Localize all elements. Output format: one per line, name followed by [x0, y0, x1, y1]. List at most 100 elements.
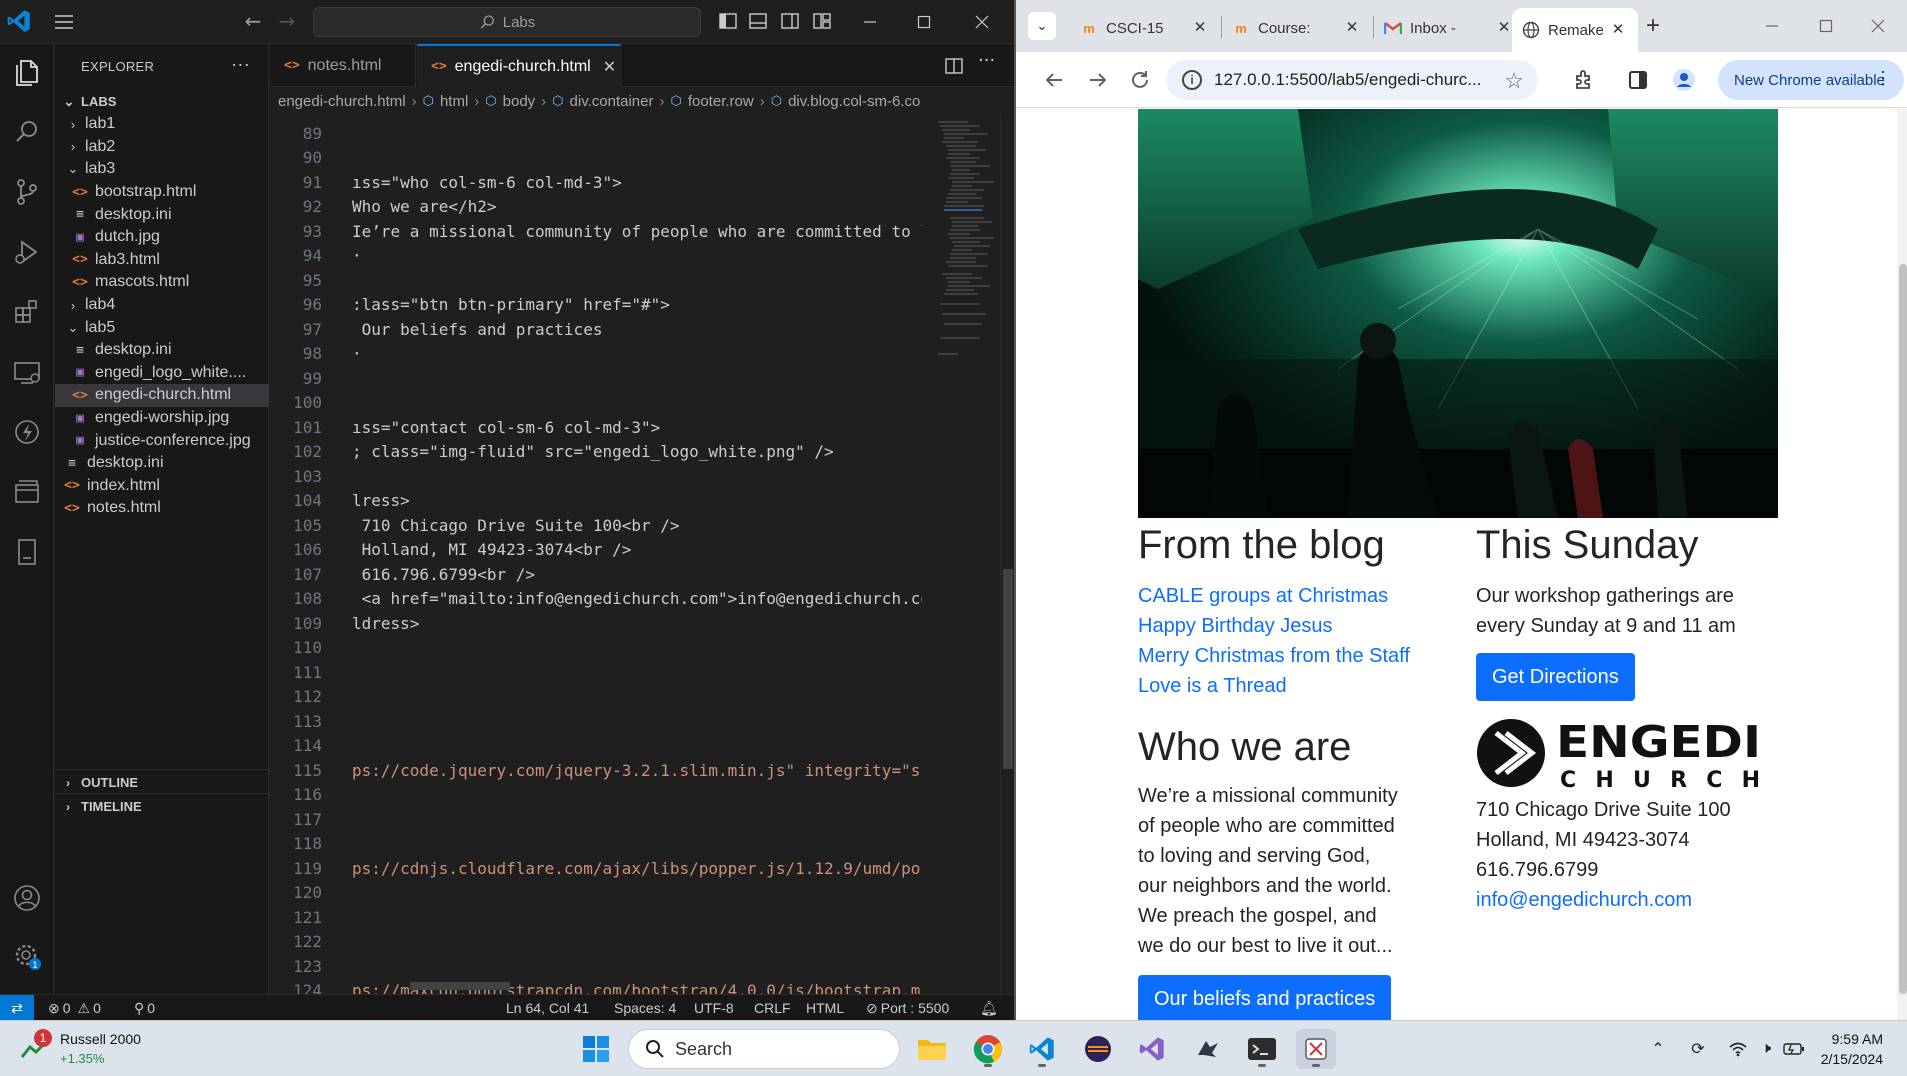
system-clock[interactable]: 9:59 AM 2/15/2024 — [1821, 1029, 1883, 1069]
cursor-position[interactable]: Ln 64, Col 41 — [506, 995, 589, 1021]
close-tab-icon[interactable]: ✕ — [1608, 20, 1628, 40]
battery-icon[interactable] — [1782, 1037, 1806, 1061]
chrome-tab[interactable]: m CSCI-15 ✕ — [1070, 10, 1220, 46]
run-debug-icon[interactable] — [11, 236, 43, 268]
reload-icon[interactable] — [1128, 68, 1152, 92]
tab-engedi-church-html[interactable]: <> engedi-church.html ✕ — [417, 44, 621, 87]
chrome-tab-active[interactable]: Remake ✕ — [1512, 8, 1638, 52]
file-item[interactable]: ≡ desktop.ini — [55, 452, 269, 475]
close-button[interactable] — [1858, 10, 1898, 42]
minimize-button[interactable] — [850, 6, 890, 38]
line-ending[interactable]: CRLF — [754, 995, 791, 1021]
manage-gear-icon[interactable]: 1 — [11, 940, 43, 972]
encoding[interactable]: UTF-8 — [694, 995, 734, 1021]
get-directions-button[interactable]: Get Directions — [1476, 653, 1635, 701]
explorer-files-icon[interactable] — [11, 56, 43, 88]
toggle-panel-icon[interactable] — [748, 11, 768, 31]
file-item[interactable]: ▣ justice-conference.jpg — [55, 429, 269, 452]
accounts-icon[interactable] — [11, 882, 43, 914]
chrome-tab[interactable]: m Course: ✕ — [1222, 10, 1372, 46]
sync-icon[interactable]: ⟳ — [1686, 1037, 1710, 1061]
command-center-search[interactable]: Labs — [313, 7, 701, 37]
breadcrumb-footer[interactable]: footer.row — [688, 93, 754, 110]
blog-link[interactable]: Happy Birthday Jesus — [1138, 611, 1438, 641]
notifications-bell-icon[interactable]: 🔔︎ — [980, 995, 998, 1021]
more-actions-icon[interactable]: ··· — [231, 54, 250, 75]
side-panel-icon[interactable] — [1626, 68, 1650, 92]
file-item[interactable]: <> lab3.html — [55, 249, 269, 272]
beliefs-button[interactable]: Our beliefs and practices — [1138, 975, 1392, 1020]
file-explorer-icon[interactable] — [912, 1029, 952, 1069]
wifi-icon[interactable] — [1726, 1037, 1750, 1061]
volume-muted-icon[interactable]: 🕨︎ — [1754, 1037, 1778, 1061]
live-server-port[interactable]: ⊘ Port : 5500 — [866, 995, 949, 1021]
problems-indicator[interactable]: ⊗ 0 ⚠ 0 — [48, 995, 101, 1021]
kebab-menu-icon[interactable]: ⋮ — [1874, 68, 1892, 89]
site-info-icon[interactable]: i — [1182, 70, 1202, 90]
minimize-button[interactable] — [1752, 10, 1792, 42]
workspace-root[interactable]: ⌄ LABS — [55, 88, 269, 115]
tabs-panel-icon[interactable] — [11, 476, 43, 508]
bird-app-icon[interactable] — [1188, 1029, 1228, 1069]
remote-indicator-icon[interactable]: ⇄ — [0, 995, 34, 1021]
visual-studio-icon[interactable] — [1132, 1029, 1172, 1069]
close-tab-icon[interactable]: ✕ — [603, 57, 616, 77]
page-scrollbar[interactable] — [1897, 109, 1907, 1020]
close-tab-icon[interactable]: ✕ — [1494, 18, 1514, 38]
scroll-thumb[interactable] — [1003, 569, 1013, 769]
thunder-client-icon[interactable] — [11, 416, 43, 448]
search-icon[interactable] — [11, 116, 43, 148]
close-tab-icon[interactable]: ✕ — [1342, 18, 1362, 38]
folder-item[interactable]: ⌄ lab3 — [55, 158, 269, 181]
breadcrumb-file[interactable]: engedi-church.html — [278, 93, 406, 110]
code-editor[interactable]: 88 · 89 90 91 ıss="who col-sm-6 col-md-3"> 92 W… — [270, 114, 1014, 994]
scroll-thumb[interactable] — [1899, 264, 1907, 994]
breadcrumb-container[interactable]: div.container — [570, 93, 654, 110]
folder-item[interactable]: › lab1 — [55, 113, 269, 136]
snipping-tool-icon[interactable] — [1296, 1029, 1336, 1069]
minimap[interactable] — [930, 114, 1000, 374]
extensions-icon[interactable] — [11, 296, 43, 328]
forward-arrow-icon[interactable]: → — [276, 10, 298, 32]
editor-vertical-scrollbar[interactable] — [1000, 114, 1014, 994]
customize-layout-icon[interactable] — [812, 11, 832, 31]
editor-horizontal-scrollbar[interactable] — [410, 982, 510, 990]
tab-search-chevron-icon[interactable]: ⌄ — [1028, 12, 1056, 40]
toggle-secondary-sidebar-icon[interactable] — [780, 11, 800, 31]
close-button[interactable] — [962, 6, 1002, 38]
hamburger-menu-icon[interactable] — [52, 10, 76, 34]
breadcrumb-html[interactable]: html — [440, 93, 468, 110]
language-mode[interactable]: HTML — [806, 995, 844, 1021]
close-tab-icon[interactable]: ✕ — [1190, 18, 1210, 38]
new-tab-plus-icon[interactable]: + — [1646, 12, 1660, 40]
show-hidden-icons-chevron-icon[interactable]: ⌃ — [1646, 1037, 1670, 1061]
blog-link[interactable]: CABLE groups at Christmas — [1138, 581, 1438, 611]
back-arrow-icon[interactable] — [1042, 68, 1066, 92]
extensions-puzzle-icon[interactable] — [1572, 68, 1596, 92]
bookmark-star-icon[interactable]: ☆ — [1504, 68, 1524, 94]
split-editor-icon[interactable] — [944, 56, 964, 76]
file-item[interactable]: <> mascots.html — [55, 271, 269, 294]
file-item[interactable]: <> index.html — [55, 475, 269, 498]
indentation[interactable]: Spaces: 4 — [614, 995, 676, 1021]
timeline-section[interactable]: › TIMELINE — [55, 793, 269, 819]
remote-explorer-icon[interactable] — [11, 356, 43, 388]
file-item[interactable]: ≡ desktop.ini — [55, 203, 269, 226]
address-bar[interactable]: i 127.0.0.1:5500/lab5/engedi-churc... ☆ — [1166, 60, 1538, 100]
notebook-icon[interactable] — [11, 536, 43, 568]
vscode-taskbar-icon[interactable] — [1022, 1029, 1062, 1069]
folder-item[interactable]: › lab4 — [55, 294, 269, 317]
chrome-taskbar-icon[interactable] — [968, 1029, 1008, 1069]
profile-avatar-icon[interactable] — [1672, 68, 1696, 92]
more-actions-icon[interactable]: ··· — [978, 50, 998, 71]
forward-arrow-icon[interactable] — [1086, 68, 1110, 92]
back-arrow-icon[interactable]: ← — [242, 10, 264, 32]
source-control-icon[interactable] — [11, 176, 43, 208]
taskbar-search[interactable]: Search — [628, 1029, 900, 1069]
maximize-button[interactable] — [1806, 10, 1846, 42]
outline-section[interactable]: › OUTLINE — [55, 769, 269, 795]
eclipse-icon[interactable] — [1078, 1029, 1118, 1069]
file-item[interactable]: ▣ engedi_logo_white.... — [55, 362, 269, 385]
breadcrumb-blog[interactable]: div.blog.col-sm-6.co — [788, 93, 920, 110]
tab-notes-html[interactable]: <> notes.html — [270, 44, 416, 87]
